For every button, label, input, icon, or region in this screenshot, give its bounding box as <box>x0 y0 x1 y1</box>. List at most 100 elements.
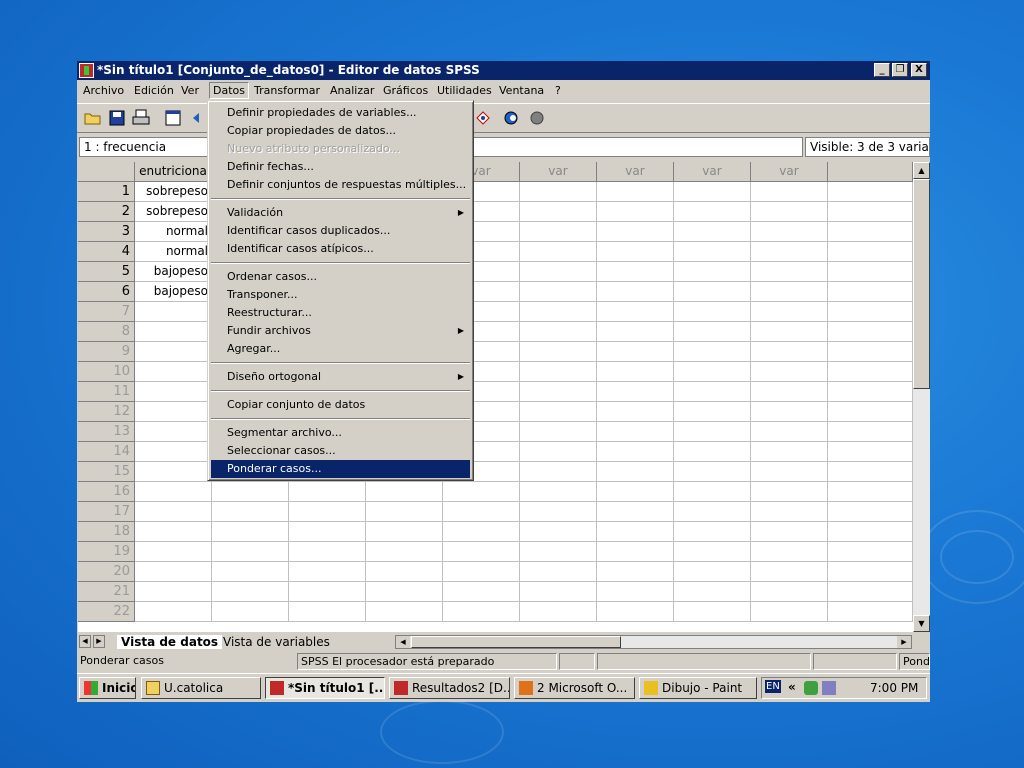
table-cell[interactable] <box>366 542 443 562</box>
table-cell[interactable] <box>674 382 751 402</box>
table-cell[interactable] <box>135 442 212 462</box>
table-cell[interactable] <box>597 202 674 222</box>
volume-muted-icon[interactable] <box>822 681 836 695</box>
open-folder-icon[interactable] <box>83 108 103 128</box>
menu-item[interactable]: Definir fechas... <box>211 158 470 176</box>
table-cell[interactable] <box>751 422 828 442</box>
table-cell[interactable] <box>443 482 520 502</box>
table-cell[interactable] <box>751 602 828 622</box>
column-header[interactable]: var <box>520 162 597 182</box>
menu-datos[interactable]: Datos <box>209 82 249 99</box>
row-number[interactable]: 17 <box>78 502 135 522</box>
table-cell[interactable] <box>828 362 913 382</box>
table-cell[interactable] <box>135 342 212 362</box>
table-cell[interactable] <box>828 222 913 242</box>
table-cell[interactable] <box>828 182 913 202</box>
menu-item[interactable]: Ordenar casos... <box>211 268 470 286</box>
table-cell[interactable]: bajopeso <box>135 282 212 302</box>
menu-ver[interactable]: Ver <box>181 84 199 97</box>
table-cell[interactable] <box>597 242 674 262</box>
table-cell[interactable] <box>520 422 597 442</box>
menu-ayuda[interactable]: ? <box>555 84 561 97</box>
table-cell[interactable] <box>597 602 674 622</box>
table-cell[interactable] <box>135 602 212 622</box>
language-indicator[interactable]: EN <box>765 680 781 693</box>
table-cell[interactable] <box>674 222 751 242</box>
table-cell[interactable] <box>751 282 828 302</box>
menu-item[interactable]: Copiar conjunto de datos <box>211 396 470 414</box>
task-paint[interactable]: Dibujo - Paint <box>639 677 757 699</box>
table-cell[interactable] <box>674 582 751 602</box>
table-cell[interactable] <box>674 182 751 202</box>
table-cell[interactable] <box>597 442 674 462</box>
table-cell[interactable] <box>674 362 751 382</box>
restore-button[interactable]: ❐ <box>892 63 908 77</box>
table-cell[interactable] <box>366 502 443 522</box>
table-cell[interactable] <box>135 462 212 482</box>
table-cell[interactable] <box>828 202 913 222</box>
table-cell[interactable] <box>135 322 212 342</box>
table-cell[interactable] <box>520 502 597 522</box>
use-sets-icon[interactable] <box>503 108 523 128</box>
table-cell[interactable] <box>828 402 913 422</box>
menu-item[interactable]: Definir propiedades de variables... <box>211 104 470 122</box>
table-cell[interactable] <box>597 422 674 442</box>
row-number[interactable]: 5 <box>78 262 135 282</box>
table-cell[interactable] <box>751 242 828 262</box>
table-cell[interactable] <box>135 422 212 442</box>
table-cell[interactable] <box>443 602 520 622</box>
table-cell[interactable] <box>597 562 674 582</box>
row-number[interactable]: 14 <box>78 442 135 462</box>
table-cell[interactable] <box>520 282 597 302</box>
menu-item[interactable]: Agregar... <box>211 340 470 358</box>
table-cell[interactable] <box>751 562 828 582</box>
table-cell[interactable] <box>828 422 913 442</box>
value-labels-icon[interactable] <box>473 108 493 128</box>
title-bar[interactable]: *Sin título1 [Conjunto_de_datos0] - Edit… <box>77 61 930 80</box>
scroll-up-button[interactable]: ▲ <box>913 162 930 179</box>
table-cell[interactable] <box>597 382 674 402</box>
row-number[interactable]: 7 <box>78 302 135 322</box>
table-cell[interactable] <box>828 382 913 402</box>
table-cell[interactable] <box>135 562 212 582</box>
table-cell[interactable] <box>828 602 913 622</box>
row-number[interactable]: 1 <box>78 182 135 202</box>
table-cell[interactable] <box>597 522 674 542</box>
tab-data-view[interactable]: Vista de datos <box>117 635 223 649</box>
table-cell[interactable] <box>828 262 913 282</box>
table-cell[interactable] <box>674 262 751 282</box>
horizontal-scrollbar[interactable]: ◀ ▶ <box>395 635 912 649</box>
table-cell[interactable] <box>828 442 913 462</box>
table-cell[interactable] <box>597 322 674 342</box>
table-cell[interactable] <box>520 522 597 542</box>
table-cell[interactable] <box>520 542 597 562</box>
menu-item[interactable]: Copiar propiedades de datos... <box>211 122 470 140</box>
table-cell[interactable] <box>751 202 828 222</box>
table-cell[interactable] <box>828 522 913 542</box>
table-cell[interactable] <box>212 482 289 502</box>
row-number[interactable]: 20 <box>78 562 135 582</box>
table-cell[interactable] <box>443 542 520 562</box>
table-cell[interactable] <box>674 282 751 302</box>
table-cell[interactable] <box>828 542 913 562</box>
table-cell[interactable] <box>597 482 674 502</box>
table-cell[interactable] <box>751 302 828 322</box>
table-cell[interactable] <box>674 242 751 262</box>
task-folder[interactable]: U.catolica <box>141 677 261 699</box>
menu-ventana[interactable]: Ventana <box>499 84 544 97</box>
tray-expand-chevron[interactable]: « <box>788 680 796 694</box>
row-number[interactable]: 10 <box>78 362 135 382</box>
table-cell[interactable] <box>443 562 520 582</box>
table-cell[interactable] <box>366 482 443 502</box>
table-cell[interactable] <box>443 502 520 522</box>
row-number[interactable]: 4 <box>78 242 135 262</box>
undo-icon[interactable] <box>187 108 207 128</box>
table-cell[interactable] <box>135 482 212 502</box>
task-spss-editor[interactable]: *Sin título1 [... <box>265 677 385 699</box>
table-cell[interactable] <box>366 522 443 542</box>
table-cell[interactable] <box>751 222 828 242</box>
column-header[interactable]: var <box>597 162 674 182</box>
table-cell[interactable] <box>674 202 751 222</box>
row-number[interactable]: 9 <box>78 342 135 362</box>
table-cell[interactable] <box>520 402 597 422</box>
